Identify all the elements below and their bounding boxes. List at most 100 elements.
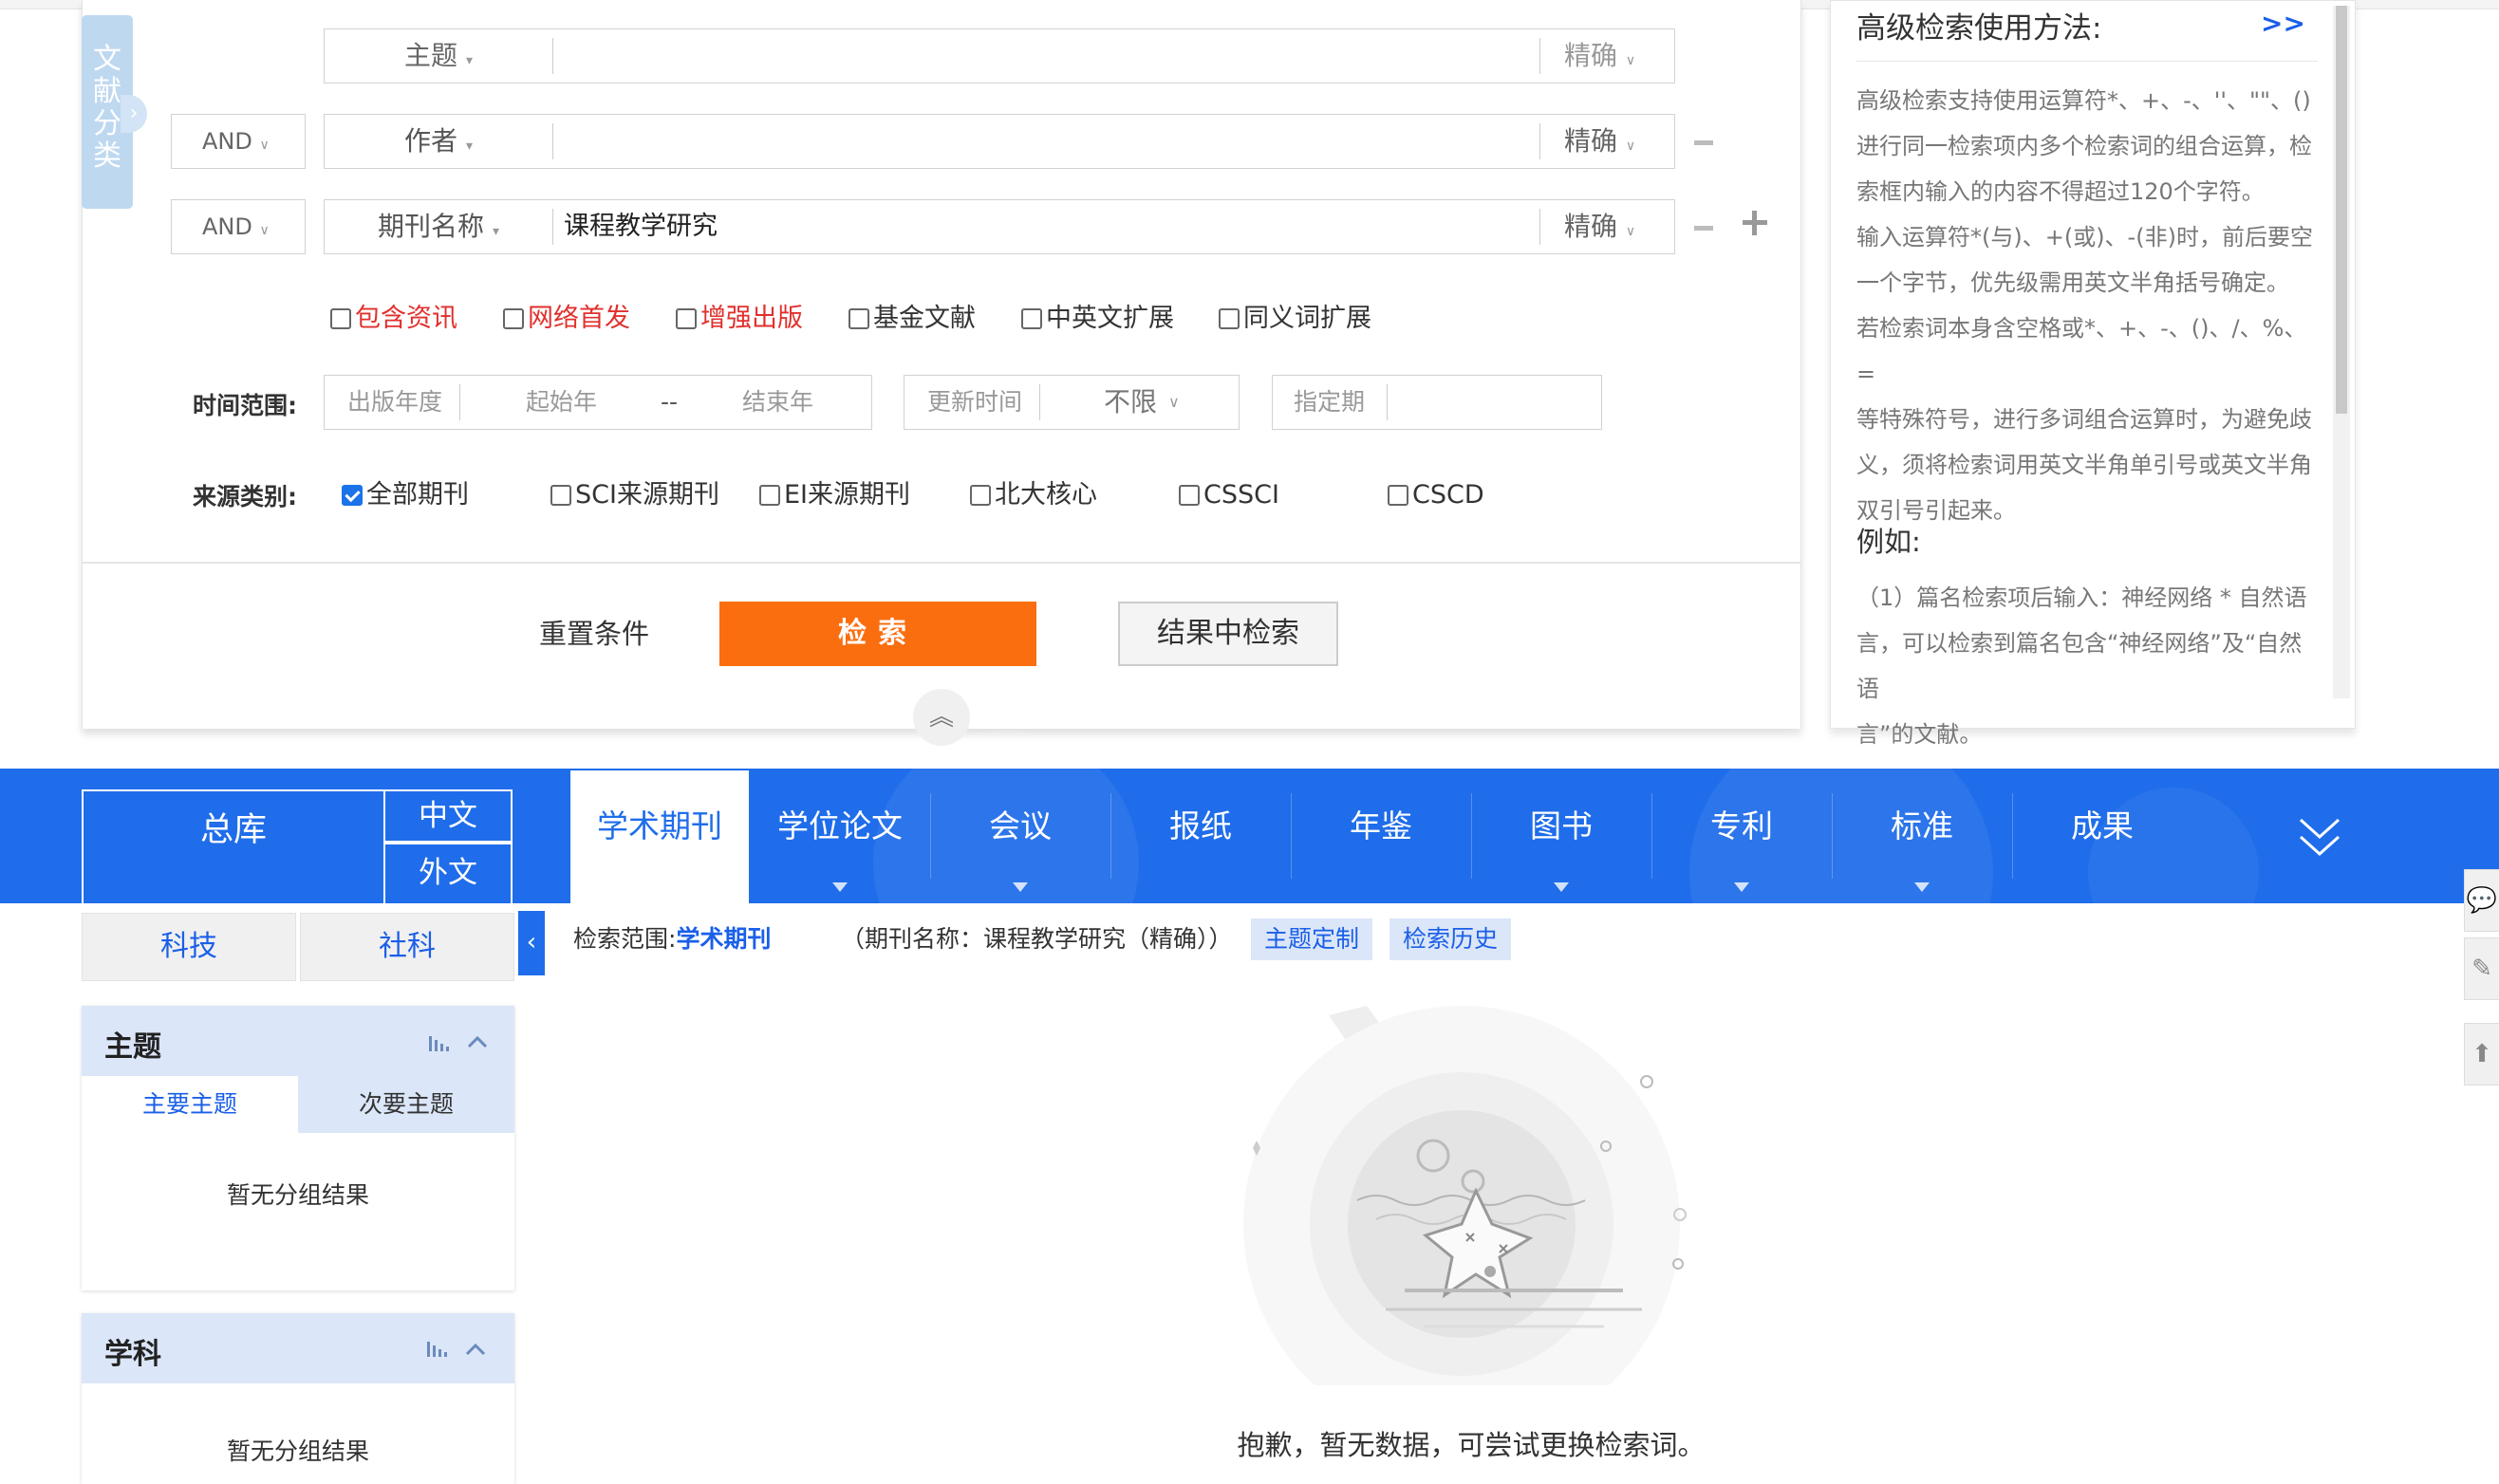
checkbox[interactable] xyxy=(1388,485,1408,506)
option-label: 网络首发 xyxy=(528,304,630,333)
chevron-down-icon: ∨ xyxy=(1168,393,1180,411)
nav-tab-books[interactable]: 图书 xyxy=(1471,803,1651,850)
chevron-up-icon[interactable] xyxy=(467,1034,488,1049)
pub-year-label: 出版年度 xyxy=(347,388,443,416)
match-select-2[interactable]: 精确 ∨ xyxy=(1564,115,1635,173)
checkbox[interactable] xyxy=(759,485,780,506)
search-row-2: 作者 ▾ 精确 ∨ xyxy=(324,114,1675,169)
option-synonym[interactable]: 同义词扩展 xyxy=(1219,302,1371,336)
option-label: 包含资讯 xyxy=(355,304,457,333)
period-field[interactable]: 指定期 xyxy=(1272,375,1602,430)
edit-icon[interactable]: ✎ xyxy=(2464,937,2499,1000)
logic-select-3[interactable]: AND ∨ xyxy=(171,199,306,254)
end-year-input[interactable]: 结束年 xyxy=(742,376,813,429)
search-input-3[interactable]: 课程教学研究 xyxy=(564,200,1532,253)
checkbox[interactable] xyxy=(330,308,351,329)
field-select-2[interactable]: 作者 ▾ xyxy=(325,115,552,173)
no-group-result: 暂无分组结果 xyxy=(226,1181,369,1209)
help-more-link[interactable]: >> xyxy=(2261,8,2305,39)
range-dash: -- xyxy=(661,388,679,416)
field-select-3[interactable]: 期刊名称 ▾ xyxy=(325,200,552,258)
option-label: SCI来源期刊 xyxy=(575,480,719,510)
search-input-1[interactable] xyxy=(564,29,1855,83)
source-pku-core[interactable]: 北大核心 xyxy=(970,478,1097,512)
nav-foreign[interactable]: 外文 xyxy=(383,843,513,903)
checkbox[interactable] xyxy=(1219,308,1240,329)
checkbox[interactable] xyxy=(503,308,524,329)
update-time-select[interactable]: 更新时间 不限 ∨ xyxy=(904,375,1240,430)
nav-tab-standards[interactable]: 标准 xyxy=(1832,803,2012,850)
nav-tab-conference[interactable]: 会议 xyxy=(930,803,1110,850)
checkbox[interactable] xyxy=(1179,485,1200,506)
help-line: （1）篇名检索项后输入：神经网络 * 自然语 xyxy=(1856,584,2307,611)
match-select-3[interactable]: 精确 ∨ xyxy=(1564,200,1635,258)
nav-tab-achievements[interactable]: 成果 xyxy=(2012,803,2192,850)
source-cscd[interactable]: CSCD xyxy=(1388,478,1484,512)
divider xyxy=(1039,384,1040,420)
help-title: 高级检索使用方法: xyxy=(1856,11,2102,46)
nav-tab-yearbook[interactable]: 年鉴 xyxy=(1291,803,1471,850)
option-bilingual[interactable]: 中英文扩展 xyxy=(1021,302,1174,336)
nav-caret-icon xyxy=(1013,882,1028,892)
nav-tab-newspaper[interactable]: 报纸 xyxy=(1110,803,1291,850)
source-ei[interactable]: EI来源期刊 xyxy=(759,478,910,512)
logic-label: AND xyxy=(202,128,252,155)
checkbox[interactable] xyxy=(849,308,869,329)
nav-zongku[interactable]: 总库 xyxy=(82,788,385,873)
checkbox[interactable] xyxy=(970,485,991,506)
reset-button[interactable]: 重置条件 xyxy=(539,615,649,653)
source-sci[interactable]: SCI来源期刊 xyxy=(550,478,719,512)
nav-tab-patents[interactable]: 专利 xyxy=(1651,803,1832,850)
remove-row-icon[interactable] xyxy=(1694,140,1713,145)
match-label: 精确 xyxy=(1564,211,1618,242)
feedback-icon[interactable]: 💬 xyxy=(2464,869,2499,932)
option-online-first[interactable]: 网络首发 xyxy=(503,302,630,336)
field-label: 作者 xyxy=(404,125,458,157)
tab-secondary-topic[interactable]: 次要主题 xyxy=(298,1076,514,1133)
segment-science[interactable]: 科技 xyxy=(82,913,296,981)
add-row-icon[interactable] xyxy=(1741,209,1769,237)
search-in-results-button[interactable]: 结果中检索 xyxy=(1118,602,1338,666)
chevron-down-icon: ∨ xyxy=(1625,139,1636,154)
checkbox[interactable] xyxy=(550,485,571,506)
caret-down-icon: ▾ xyxy=(465,53,473,68)
source-all-journals[interactable]: 全部期刊 xyxy=(342,478,469,512)
checkbox[interactable] xyxy=(1021,308,1042,329)
option-fund[interactable]: 基金文献 xyxy=(849,302,976,336)
remove-row-icon[interactable] xyxy=(1694,226,1713,231)
search-row-3: 期刊名称 ▾ 课程教学研究 精确 ∨ xyxy=(324,199,1675,254)
tab-main-topic[interactable]: 主要主题 xyxy=(82,1076,298,1133)
search-history-button[interactable]: 检索历史 xyxy=(1389,918,1512,960)
nav-tab-theses[interactable]: 学位论文 xyxy=(750,803,930,850)
nav-caret-icon xyxy=(832,882,848,892)
nav-tab-journals[interactable]: 学术期刊 xyxy=(569,803,750,850)
segment-social[interactable]: 社科 xyxy=(300,913,514,981)
option-include-news[interactable]: 包含资讯 xyxy=(330,302,457,336)
help-line: 双引号引起来。 xyxy=(1856,497,2016,524)
help-line: 输入运算符*(与)、+(或)、-(非)时，前后要空 xyxy=(1856,224,2313,250)
topic-custom-button[interactable]: 主题定制 xyxy=(1251,918,1373,960)
checkbox[interactable] xyxy=(676,308,697,329)
divider xyxy=(1387,384,1388,420)
checkbox-checked[interactable] xyxy=(342,485,363,506)
chevron-up-icon[interactable] xyxy=(465,1342,486,1357)
sidebar-collapse-icon[interactable]: ‹ xyxy=(518,911,545,975)
search-input-2[interactable] xyxy=(564,115,1532,168)
chart-icon[interactable] xyxy=(428,1034,453,1053)
time-range-label: 时间范围: xyxy=(193,392,297,419)
option-label: CSSCI xyxy=(1203,480,1279,510)
source-cssci[interactable]: CSSCI xyxy=(1179,478,1279,512)
logic-select-2[interactable]: AND ∨ xyxy=(171,114,306,169)
chevron-down-icon: ∨ xyxy=(259,138,270,153)
help-scrollbar-thumb[interactable] xyxy=(2336,6,2347,414)
search-button[interactable]: 检索 xyxy=(719,602,1036,666)
chart-icon[interactable] xyxy=(426,1340,451,1359)
match-select-1[interactable]: 精确 ∨ xyxy=(1564,29,1635,87)
pub-year-range: 出版年度 起始年 -- 结束年 xyxy=(324,375,872,430)
back-to-top-icon[interactable]: ⬆ xyxy=(2464,1023,2499,1085)
field-select-1[interactable]: 主题 ▾ xyxy=(325,29,552,87)
option-enhanced[interactable]: 增强出版 xyxy=(676,302,803,336)
nav-chinese[interactable]: 中文 xyxy=(383,789,513,843)
start-year-input[interactable]: 起始年 xyxy=(526,376,597,429)
expand-more-icon[interactable] xyxy=(2297,814,2342,862)
